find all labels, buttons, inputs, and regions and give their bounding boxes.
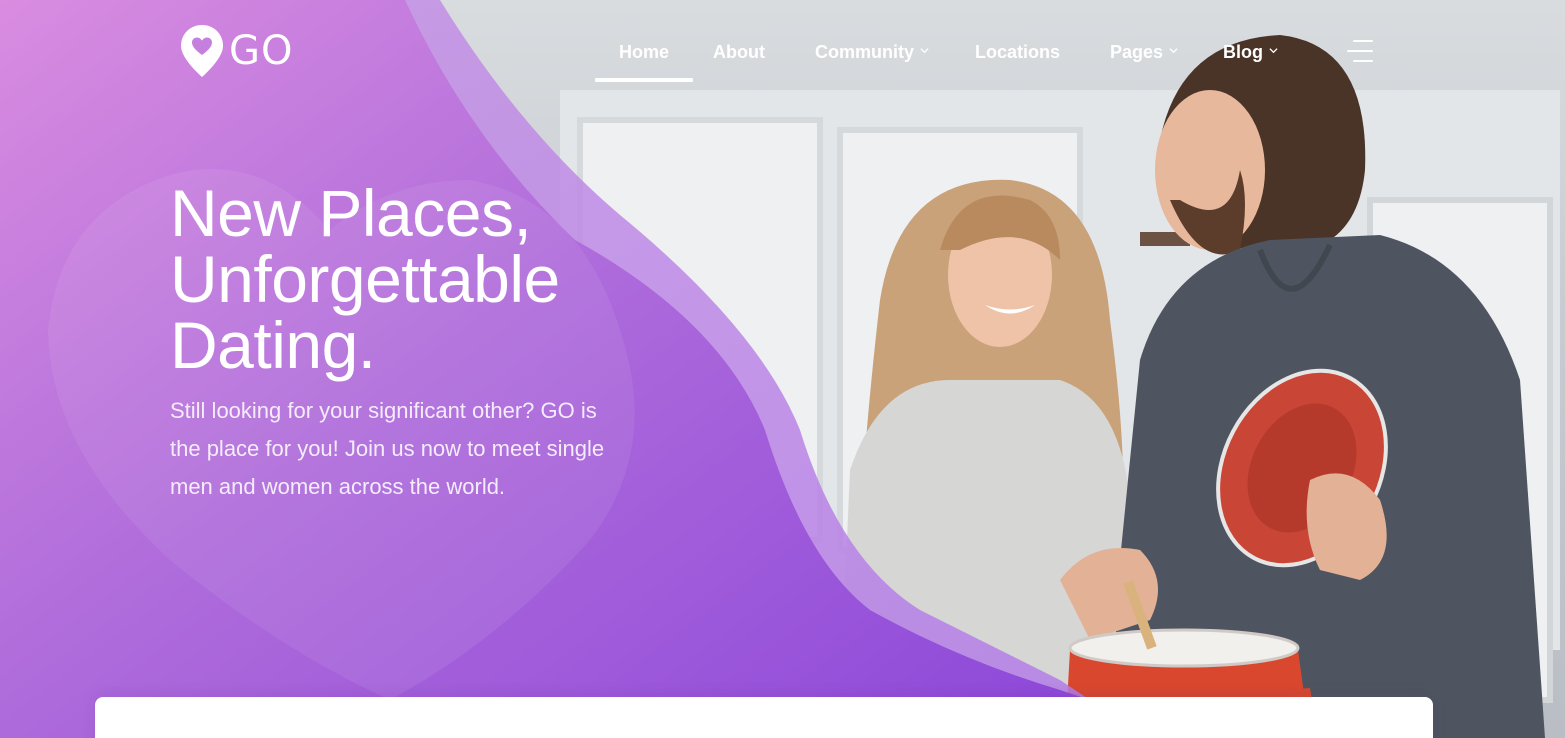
hero-title: New Places, Unforgettable Dating. [170, 180, 630, 378]
hero-title-line: Unforgettable [170, 242, 560, 316]
nav-label: Home [618, 42, 669, 62]
hamburger-menu-icon[interactable] [1347, 38, 1373, 64]
nav-label: Locations [974, 42, 1060, 62]
logo-text: GO [229, 28, 294, 74]
menu-line [1353, 40, 1373, 42]
search-card [95, 697, 1433, 738]
nav-item-locations[interactable]: Locations [949, 38, 1084, 82]
nav-item-about[interactable]: About [693, 38, 789, 82]
nav-label: Pages [1110, 42, 1164, 62]
nav-item-blog[interactable]: Blog [1198, 38, 1278, 82]
nav-item-pages[interactable]: Pages [1084, 38, 1198, 82]
nav-label: About [713, 42, 765, 62]
chevron-down-icon [1169, 48, 1178, 54]
nav-label: Blog [1223, 42, 1264, 62]
menu-line [1347, 50, 1373, 52]
hero-subtitle: Still looking for your significant other… [170, 398, 605, 499]
nav-item-community[interactable]: Community [789, 38, 949, 82]
hero-title-line: New Places, [170, 176, 532, 250]
chevron-down-icon [920, 48, 929, 54]
nav-label: Community [814, 42, 914, 62]
chevron-down-icon [1269, 48, 1278, 54]
main-navigation: Home About Community Locations Pages Blo… [595, 38, 1278, 82]
brand-logo[interactable]: GO [181, 25, 293, 77]
hero-title-line: Dating. [170, 308, 376, 382]
heart-location-pin-icon [181, 25, 223, 77]
menu-line [1353, 60, 1373, 62]
nav-item-home[interactable]: Home [595, 38, 693, 82]
